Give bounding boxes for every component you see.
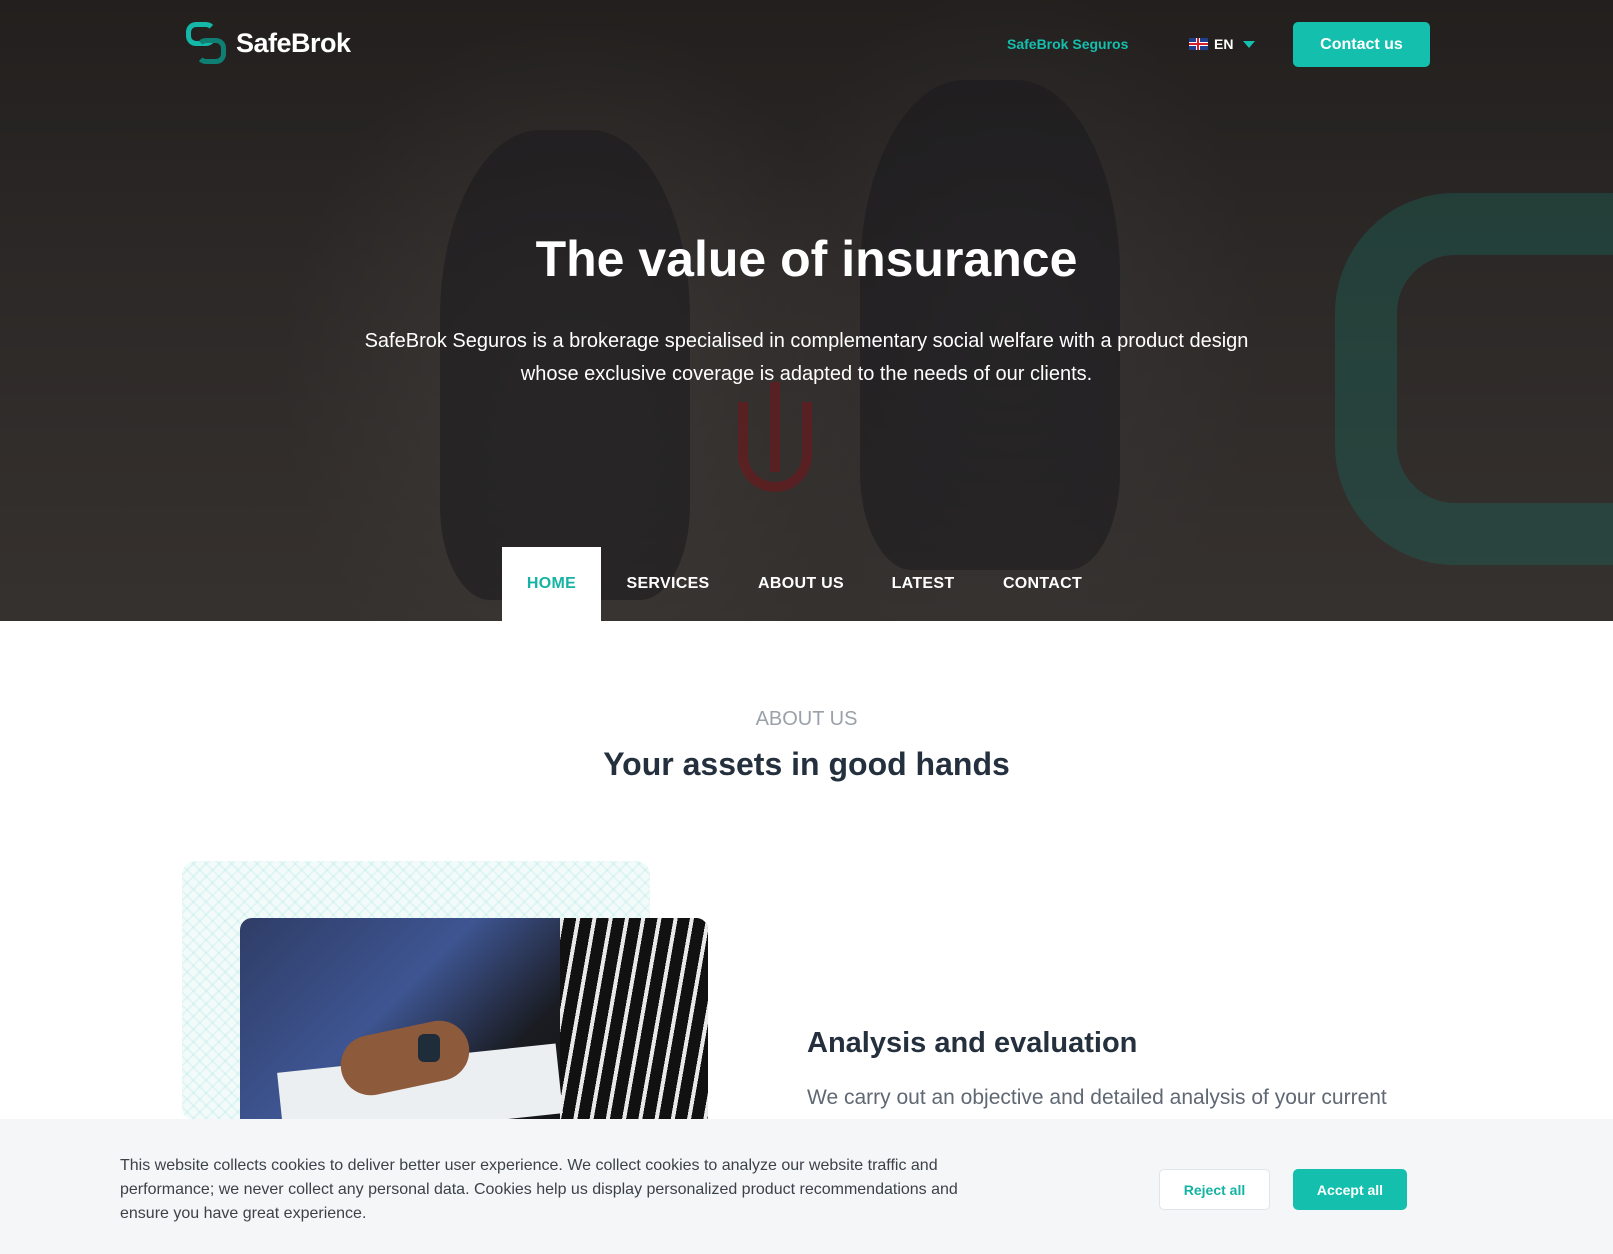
contact-us-button[interactable]: Contact us [1293, 22, 1430, 67]
hero-overlay [0, 0, 1613, 621]
section-title: Your assets in good hands [603, 746, 1010, 782]
language-selector[interactable]: EN [1189, 36, 1256, 52]
cookie-text: This website collects cookies to deliver… [120, 1157, 958, 1222]
section-eyebrow: ABOUT US [755, 708, 858, 730]
chevron-down-icon [1243, 40, 1256, 48]
cookie-banner: This website collects cookies to deliver… [0, 1119, 1613, 1254]
nav-item-contact[interactable]: CONTACT [979, 547, 1106, 621]
accept-all-button[interactable]: Accept all [1293, 1169, 1407, 1210]
language-label: EN [1214, 36, 1234, 52]
logo-text: SafeBrok [236, 27, 351, 58]
about-photo [240, 918, 708, 1123]
nav-item-latest[interactable]: LATEST [867, 547, 979, 621]
hero-title: The value of insurance [535, 231, 1078, 287]
safebrok-seguros-link[interactable]: SafeBrok Seguros [1007, 36, 1128, 52]
logo-mark-icon [186, 22, 228, 64]
nav-item-services[interactable]: SERVICES [601, 547, 735, 621]
hero-section: SafeBrok SafeBrok Seguros EN Contact us … [0, 0, 1613, 621]
card-text: We carry out an objective and detailed a… [807, 1086, 1387, 1109]
site-logo[interactable]: SafeBrok [186, 22, 351, 64]
nav-item-home[interactable]: HOME [502, 547, 601, 621]
card-title: Analysis and evaluation [807, 1027, 1138, 1059]
nav-item-about-us[interactable]: ABOUT US [735, 547, 867, 621]
main-nav: HOME SERVICES ABOUT US LATEST CONTACT [502, 547, 1106, 621]
reject-all-button[interactable]: Reject all [1159, 1169, 1270, 1210]
uk-flag-icon [1189, 38, 1208, 50]
hero-subtitle: SafeBrok Seguros is a brokerage speciali… [364, 330, 1249, 385]
